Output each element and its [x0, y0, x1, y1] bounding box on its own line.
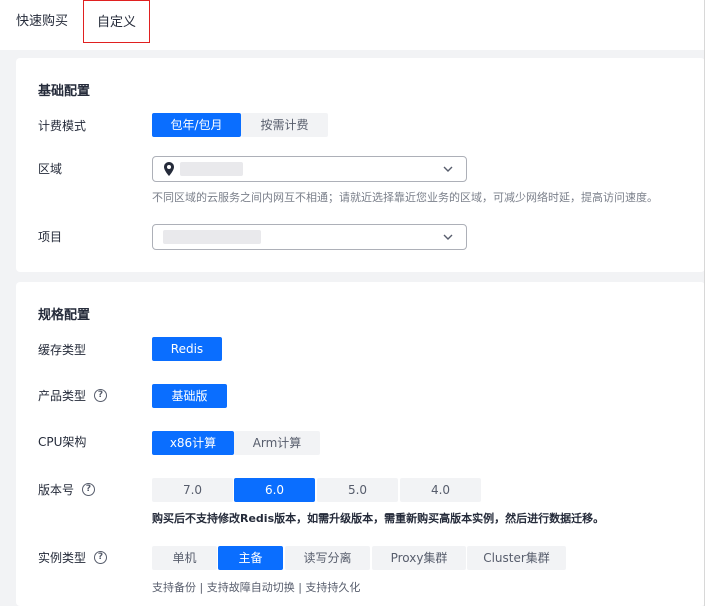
version-6-button[interactable]: 6.0: [234, 478, 315, 502]
cache-type-label: 缓存类型: [38, 343, 87, 357]
help-icon[interactable]: ?: [94, 551, 108, 564]
help-icon[interactable]: ?: [82, 483, 96, 496]
basic-config-card: 基础配置 计费模式 包年/包月 按需计费 区域 不同区域的云服务之间内网互不相通…: [16, 58, 705, 272]
version-label-text: 版本号: [38, 483, 75, 497]
chevron-down-icon: [443, 234, 453, 240]
region-value-redacted: [180, 162, 243, 176]
version-5-button[interactable]: 5.0: [317, 478, 398, 502]
product-type-basic-button[interactable]: 基础版: [152, 384, 227, 408]
instance-type-features: 支持备份 | 支持故障自动切换 | 支持持久化: [152, 581, 361, 594]
cache-type-redis-button[interactable]: Redis: [152, 337, 222, 361]
version-label: 版本号?: [38, 480, 96, 500]
instance-proxy-cluster-button[interactable]: Proxy集群: [372, 546, 466, 570]
tab-custom[interactable]: 自定义: [83, 0, 150, 43]
chevron-down-icon: [443, 166, 453, 172]
product-type-label-text: 产品类型: [38, 389, 87, 403]
version-warning: 购买后不支持修改Redis版本，如需升级版本，需重新购买高版本实例，然后进行数据…: [152, 512, 605, 525]
cpu-arm-button[interactable]: Arm计算: [234, 431, 320, 455]
basic-config-title: 基础配置: [38, 84, 91, 99]
instance-type-label: 实例类型?: [38, 548, 108, 568]
instance-master-standby-button[interactable]: 主备: [218, 546, 283, 570]
instance-single-button[interactable]: 单机: [152, 546, 217, 570]
region-select[interactable]: [152, 156, 467, 182]
location-pin-icon: [164, 162, 174, 176]
billing-mode-label: 计费模式: [38, 119, 87, 133]
cpu-arch-label: CPU架构: [38, 435, 87, 449]
purchase-tabs: 快速购买 自定义: [0, 0, 705, 50]
version-4-button[interactable]: 4.0: [400, 478, 481, 502]
help-icon[interactable]: ?: [94, 389, 108, 402]
project-value-redacted: [163, 230, 261, 244]
version-7-button[interactable]: 7.0: [152, 478, 233, 502]
product-type-label: 产品类型?: [38, 386, 108, 406]
cpu-x86-button[interactable]: x86计算: [152, 431, 234, 455]
spec-config-card: 规格配置 缓存类型 Redis 产品类型? 基础版 CPU架构 x86计算 Ar…: [16, 282, 705, 606]
region-label: 区域: [38, 162, 63, 176]
instance-cluster-button[interactable]: Cluster集群: [467, 546, 566, 570]
project-select[interactable]: [152, 224, 467, 250]
tab-quick-buy[interactable]: 快速购买: [16, 0, 68, 43]
instance-type-label-text: 实例类型: [38, 551, 87, 565]
spec-config-title: 规格配置: [38, 308, 91, 323]
region-hint: 不同区域的云服务之间内网互不相通；请就近选择靠近您业务的区域，可减少网络时延，提…: [152, 191, 658, 204]
instance-read-write-split-button[interactable]: 读写分离: [285, 546, 370, 570]
billing-yearly-monthly-button[interactable]: 包年/包月: [152, 113, 241, 137]
billing-on-demand-button[interactable]: 按需计费: [241, 113, 328, 137]
project-label: 项目: [38, 230, 63, 244]
